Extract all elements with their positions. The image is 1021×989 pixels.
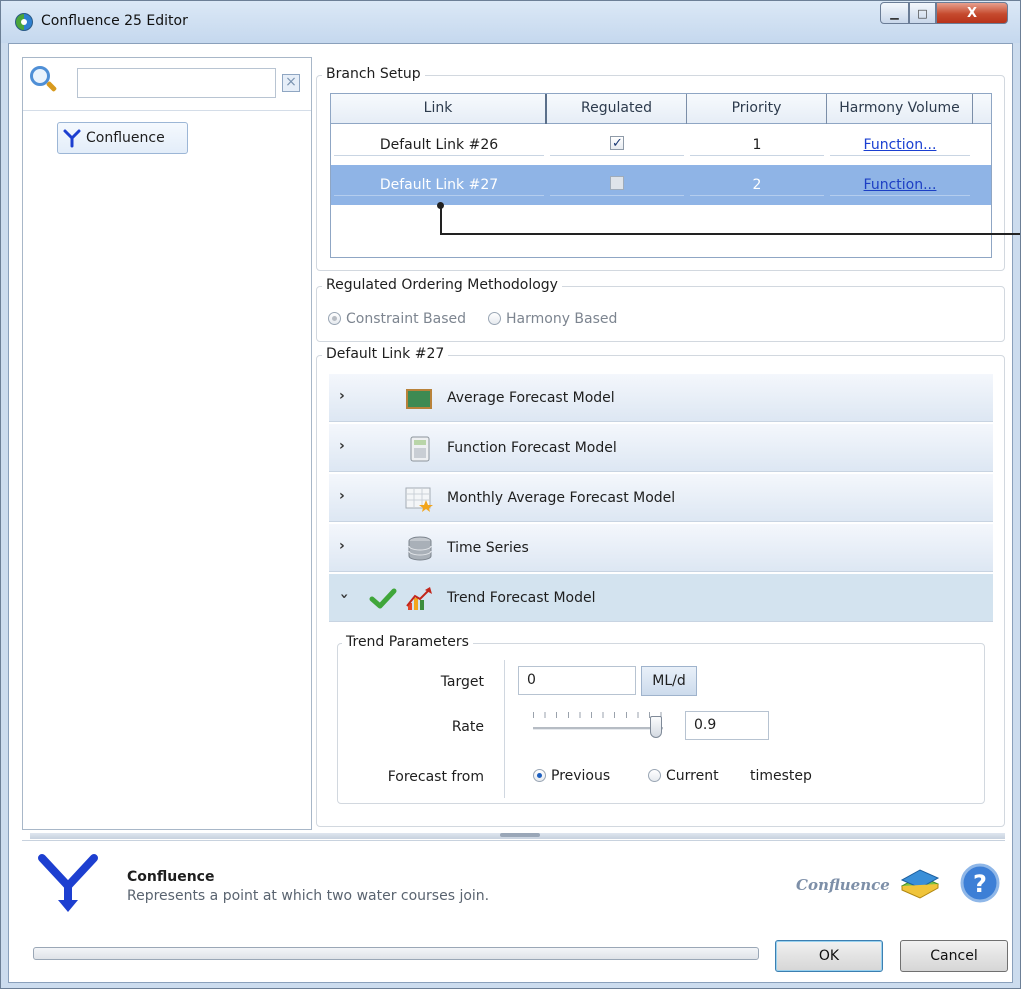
cell-regulated bbox=[547, 125, 687, 165]
confluence-y-icon bbox=[38, 854, 98, 912]
accordion-trend-forecast[interactable]: › Trend Forecast Model bbox=[329, 574, 993, 622]
tree-item-confluence[interactable]: Confluence bbox=[57, 122, 188, 154]
constraint-radio[interactable] bbox=[328, 311, 341, 325]
accordion-time-series[interactable]: › Time Series bbox=[329, 524, 993, 572]
timestep-label: timestep bbox=[750, 768, 812, 784]
cell-harmony: Function... bbox=[827, 125, 973, 165]
check-icon bbox=[369, 588, 397, 609]
callout-line bbox=[440, 205, 442, 235]
forecast-option-current[interactable]: Current bbox=[648, 768, 719, 784]
target-input[interactable]: 0 bbox=[518, 666, 636, 695]
chevron-right-icon: › bbox=[339, 488, 345, 504]
column-header-priority[interactable]: Priority bbox=[687, 94, 827, 124]
accordion-label: Function Forecast Model bbox=[447, 440, 617, 456]
confluence-y-icon bbox=[63, 129, 81, 148]
minimize-button[interactable]: ▁ bbox=[880, 2, 909, 24]
ordering-option-constraint[interactable]: Constraint Based bbox=[328, 311, 466, 327]
chevron-right-icon: › bbox=[339, 438, 345, 454]
trend-chart-icon bbox=[406, 587, 432, 610]
cell-link: Default Link #26 bbox=[331, 125, 547, 165]
harmony-function-link[interactable]: Function... bbox=[864, 137, 937, 153]
clear-search-icon[interactable]: × bbox=[282, 74, 300, 92]
cell-priority-text: 1 bbox=[690, 134, 824, 156]
info-title: Confluence bbox=[127, 869, 215, 885]
accordion-label: Monthly Average Forecast Model bbox=[447, 490, 676, 506]
accordion-average-forecast[interactable]: › Average Forecast Model bbox=[329, 374, 993, 422]
app-icon bbox=[15, 13, 33, 31]
previous-label: Previous bbox=[551, 768, 611, 784]
forecast-option-previous[interactable]: Previous bbox=[533, 768, 610, 784]
accordion-function-forecast[interactable]: › Function Forecast Model bbox=[329, 424, 993, 472]
info-description: Represents a point at which two water co… bbox=[127, 888, 490, 904]
field-separator bbox=[504, 660, 505, 798]
grid-header: Link Regulated Priority Harmony Volume bbox=[331, 94, 991, 124]
rate-label: Rate bbox=[451, 719, 484, 735]
database-icon bbox=[408, 536, 432, 561]
table-row[interactable]: Default Link #26 1 Function... bbox=[331, 125, 991, 165]
branch-setup-label: Branch Setup bbox=[322, 66, 425, 82]
progress-bar bbox=[33, 947, 759, 960]
maximize-button[interactable]: □ bbox=[909, 2, 936, 24]
cell-link-text: Default Link #26 bbox=[334, 134, 544, 156]
column-header-link[interactable]: Link bbox=[331, 94, 547, 124]
current-label: Current bbox=[666, 768, 719, 784]
chevron-right-icon: › bbox=[339, 388, 345, 404]
rate-input[interactable]: 0.9 bbox=[685, 711, 769, 740]
accordion-monthly-average[interactable]: › Monthly Average Forecast Model bbox=[329, 474, 993, 522]
divider bbox=[23, 110, 311, 111]
table-row-selected[interactable]: Default Link #27 2 Function... bbox=[331, 165, 991, 205]
tree-item-label: Confluence bbox=[86, 130, 165, 146]
column-header-regulated[interactable]: Regulated bbox=[547, 94, 687, 124]
accordion-label: Trend Forecast Model bbox=[447, 590, 596, 606]
search-input[interactable] bbox=[77, 68, 276, 98]
unit-button[interactable]: ML/d bbox=[641, 666, 697, 696]
ok-button[interactable]: OK bbox=[775, 940, 883, 972]
harmony-function-link[interactable]: Function... bbox=[864, 177, 937, 193]
brand-label: Confluence bbox=[796, 876, 890, 894]
cell-priority-text: 2 bbox=[690, 174, 824, 196]
books-icon[interactable] bbox=[898, 864, 942, 904]
window-title: Confluence 25 Editor bbox=[41, 13, 188, 29]
chevron-down-icon: › bbox=[335, 593, 352, 599]
calendar-star-icon bbox=[405, 487, 433, 512]
link-detail-label: Default Link #27 bbox=[322, 346, 449, 362]
current-radio[interactable] bbox=[648, 768, 661, 782]
accordion-label: Time Series bbox=[447, 540, 529, 556]
cancel-button[interactable]: Cancel bbox=[900, 940, 1008, 972]
regulated-checkbox[interactable] bbox=[610, 133, 624, 155]
constraint-label: Constraint Based bbox=[346, 311, 467, 327]
close-button[interactable]: X bbox=[936, 2, 1008, 24]
cell-priority: 2 bbox=[687, 165, 827, 205]
title-bar[interactable]: Confluence 25 Editor ▁ □ X bbox=[1, 1, 1020, 43]
calculator-icon bbox=[410, 436, 430, 462]
trend-parameters-label: Trend Parameters bbox=[342, 634, 473, 650]
previous-radio[interactable] bbox=[533, 768, 546, 782]
column-header-harmony-volume[interactable]: Harmony Volume bbox=[827, 94, 973, 124]
ordering-group-label: Regulated Ordering Methodology bbox=[322, 277, 562, 293]
help-icon[interactable]: ? bbox=[960, 862, 1000, 904]
svg-text:?: ? bbox=[973, 870, 987, 898]
cell-priority: 1 bbox=[687, 125, 827, 165]
ordering-option-harmony[interactable]: Harmony Based bbox=[488, 311, 617, 327]
accordion-label: Average Forecast Model bbox=[447, 390, 615, 406]
regulated-checkbox[interactable] bbox=[610, 176, 624, 190]
node-tree-panel bbox=[22, 57, 312, 830]
cell-link-text: Default Link #27 bbox=[334, 174, 544, 196]
rate-slider[interactable] bbox=[533, 727, 663, 730]
target-label: Target bbox=[440, 674, 484, 690]
cell-regulated bbox=[547, 165, 687, 205]
forecast-from-label: Forecast from bbox=[387, 769, 484, 785]
callout-line bbox=[440, 233, 1020, 235]
chevron-right-icon: › bbox=[339, 538, 345, 554]
harmony-radio[interactable] bbox=[488, 311, 501, 325]
rate-slider-thumb[interactable] bbox=[650, 716, 662, 738]
cell-link: Default Link #27 bbox=[331, 165, 547, 205]
cell-harmony: Function... bbox=[827, 165, 973, 205]
splitter-grip[interactable] bbox=[500, 833, 540, 837]
search-icon bbox=[30, 66, 50, 86]
chalkboard-icon bbox=[406, 389, 432, 409]
rate-slider-ticks bbox=[533, 712, 663, 718]
harmony-label: Harmony Based bbox=[506, 311, 618, 327]
